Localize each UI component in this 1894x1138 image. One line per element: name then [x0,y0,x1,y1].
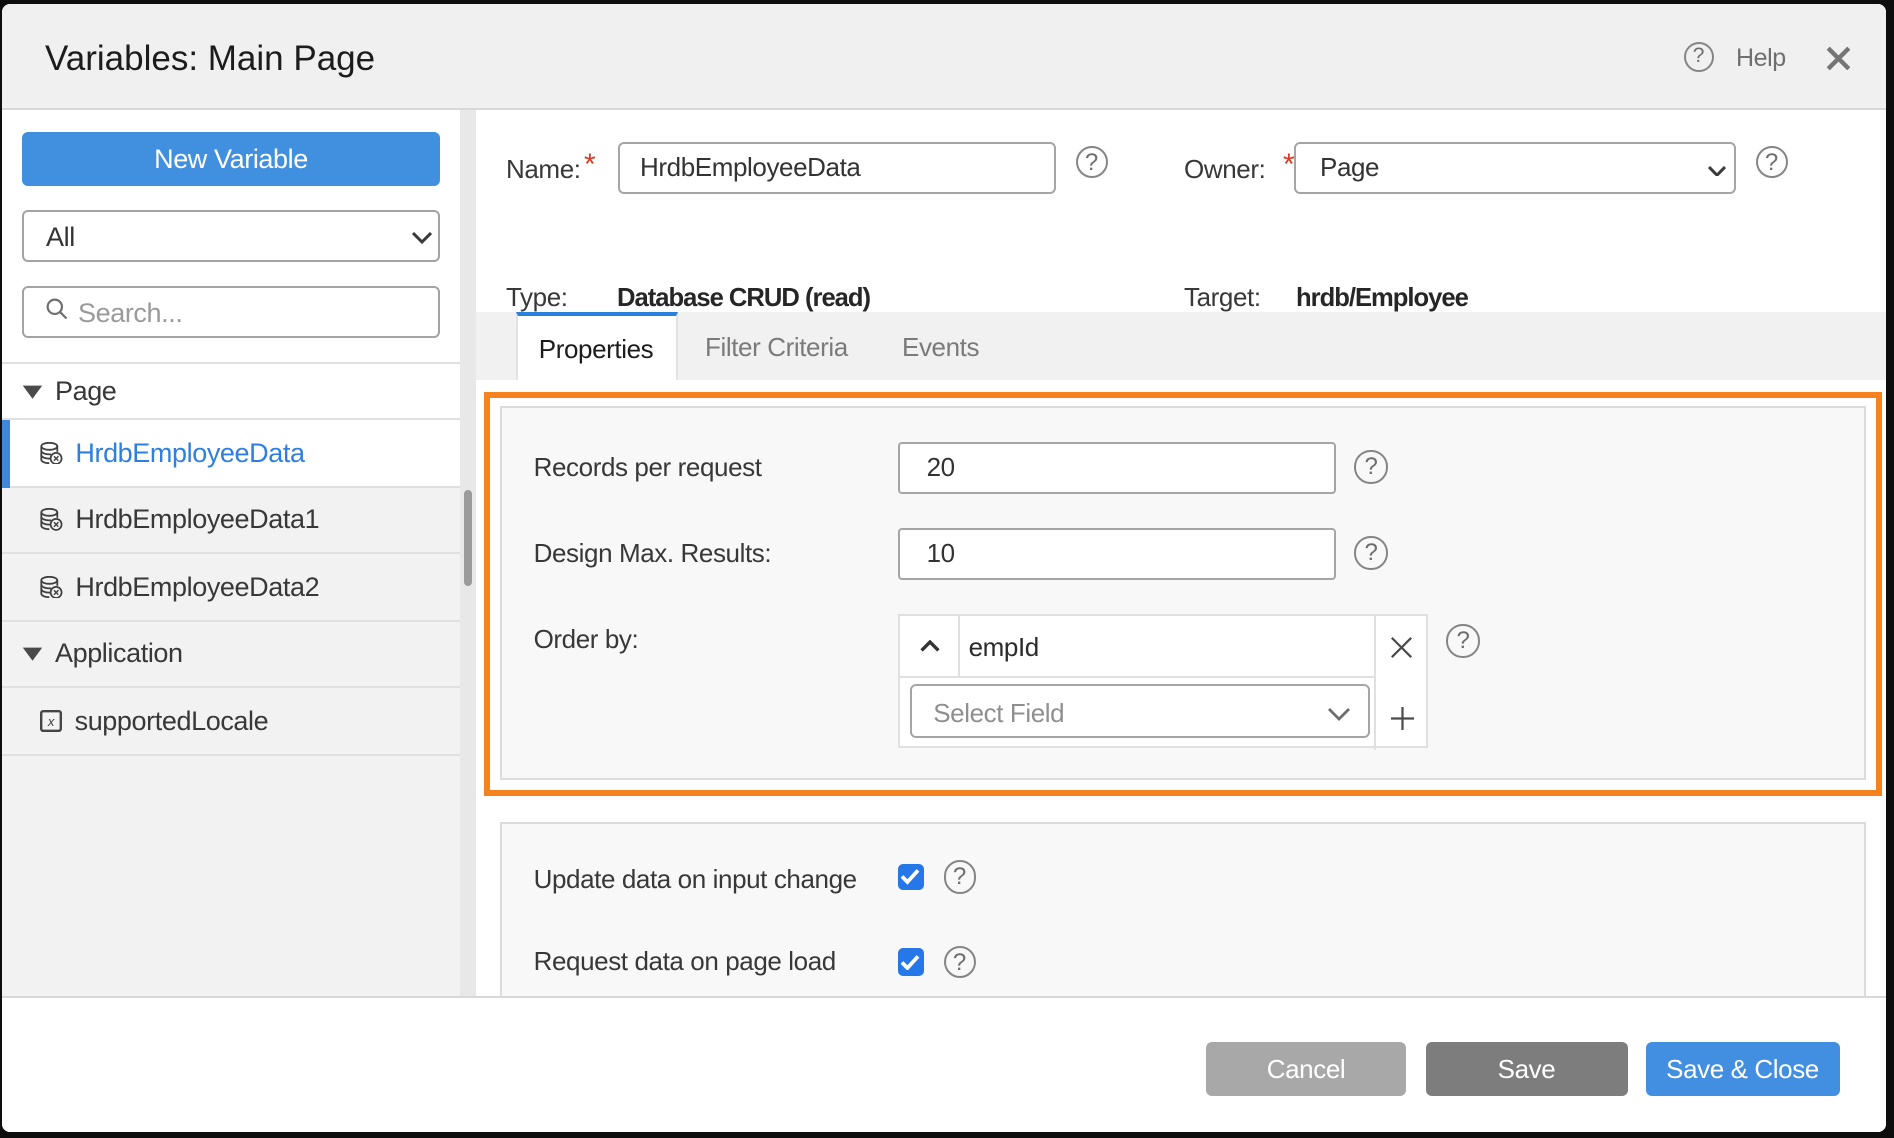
svg-text:x: x [47,714,55,729]
